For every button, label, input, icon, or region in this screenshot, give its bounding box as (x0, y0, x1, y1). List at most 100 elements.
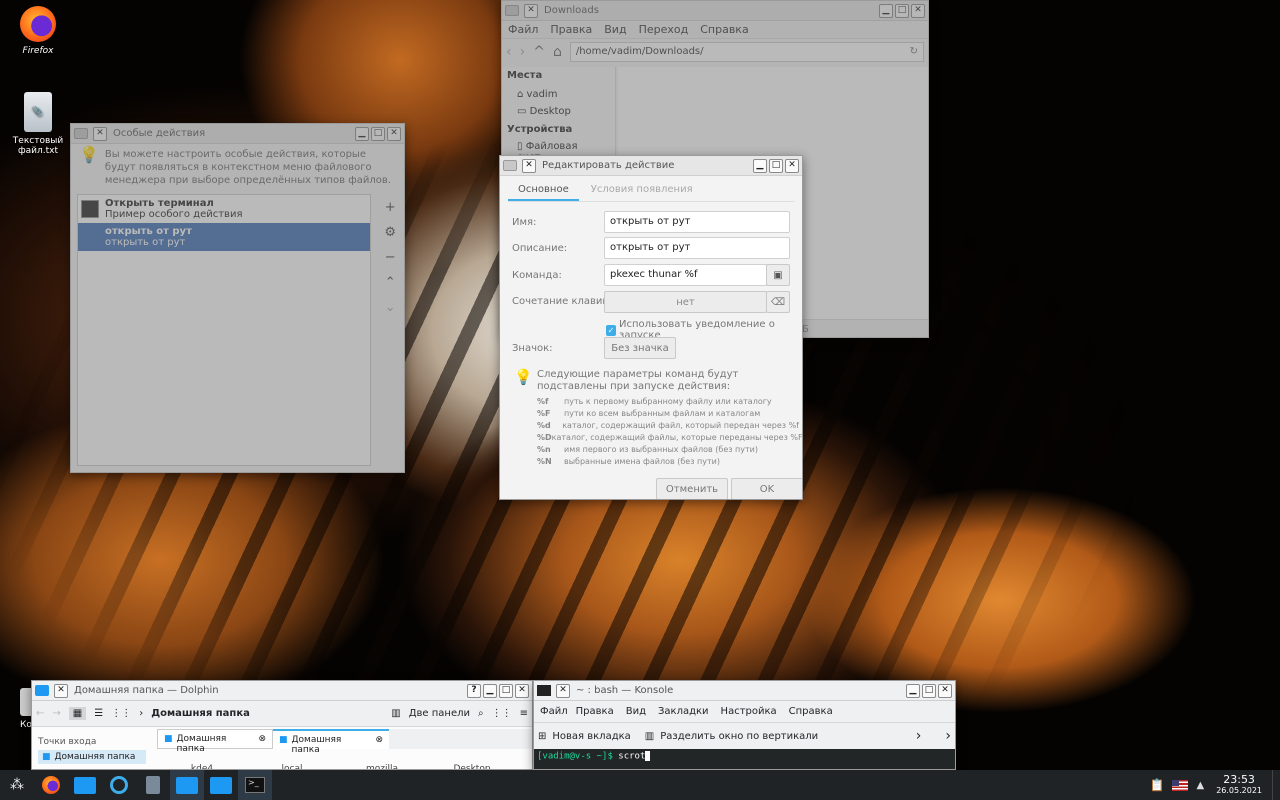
dolphin-task-2[interactable] (204, 770, 238, 800)
us-flag-icon[interactable] (1172, 779, 1189, 791)
close-icon[interactable]: ✕ (524, 3, 538, 18)
firefox-task[interactable] (34, 770, 68, 800)
hamburger-menu-icon[interactable]: ≡ (520, 708, 528, 719)
minimize-button[interactable]: ▁ (879, 3, 893, 18)
maximize-button[interactable]: □ (895, 3, 909, 18)
icon-button[interactable]: Без значка (604, 337, 676, 359)
checkbox-checked-icon[interactable]: ✓ (606, 324, 617, 336)
sidebar-item-home[interactable]: ■ Домашняя папка (38, 750, 146, 764)
minimize-button[interactable]: ▁ (753, 158, 767, 173)
menu-help[interactable]: Справка (700, 23, 748, 36)
sidebar-item-desktop[interactable]: ▭ Desktop (507, 103, 610, 120)
maximize-button[interactable]: □ (499, 683, 513, 698)
up-icon[interactable]: ^ (533, 44, 545, 60)
maximize-button[interactable]: □ (371, 126, 385, 141)
close-button[interactable]: ✕ (785, 158, 799, 173)
description-field[interactable]: открыть от рут (604, 237, 790, 259)
show-desktop-button[interactable] (1272, 770, 1280, 800)
command-field[interactable]: pkexec thunar %f (604, 264, 767, 286)
files-task[interactable] (68, 770, 102, 800)
close-icon[interactable]: ✕ (93, 126, 107, 141)
remove-icon[interactable]: − (384, 250, 396, 265)
reload-icon[interactable]: ↻ (910, 46, 918, 58)
ok-button[interactable]: OK (731, 478, 802, 499)
home-icon[interactable]: ⌂ (553, 44, 562, 60)
search-icon[interactable]: ⌕ (478, 708, 484, 719)
name-field[interactable]: открыть от рут (604, 211, 790, 233)
konsole-task[interactable]: >_ (238, 770, 272, 800)
minimize-button[interactable]: ▁ (483, 683, 497, 698)
clipboard-icon[interactable]: 📋 (1150, 778, 1165, 792)
browse-button[interactable]: ▣ (766, 264, 790, 286)
minimize-button[interactable]: ▁ (906, 683, 920, 698)
gear-icon[interactable]: ⚙ (384, 225, 396, 240)
breadcrumb[interactable]: Домашняя папка (151, 708, 383, 719)
menu-view[interactable]: Вид (626, 706, 646, 717)
icons-view-icon[interactable]: ▦ (68, 707, 87, 720)
compact-view-icon[interactable]: ⋮⋮ (111, 708, 131, 719)
close-tab-icon[interactable]: ⊗ (375, 735, 383, 745)
dolphin-task[interactable] (170, 770, 204, 800)
terminal-area[interactable]: [vadim@v-s ~]$ scrot (534, 749, 955, 769)
close-button[interactable]: ✕ (911, 3, 925, 18)
move-up-icon[interactable]: ⌃ (384, 275, 396, 290)
back-icon[interactable]: ← (36, 708, 44, 719)
maximize-button[interactable]: □ (922, 683, 936, 698)
chevron-right-icon[interactable]: › (916, 728, 922, 744)
back-icon[interactable]: ‹ (506, 44, 512, 60)
menu-go[interactable]: Переход (639, 23, 689, 36)
menu-settings[interactable]: Настройка (721, 706, 777, 717)
move-down-icon[interactable]: ⌄ (384, 300, 396, 315)
list-item[interactable]: Открыть терминал Пример особого действия (78, 195, 370, 223)
path-bar[interactable]: /home/vadim/Downloads/ ↻ (569, 42, 924, 62)
clock[interactable]: 23:53 26.05.2021 (1216, 774, 1262, 796)
forward-icon[interactable]: › (520, 44, 526, 60)
tab-home-1[interactable]: ■ Домашняя папка ⊗ (157, 729, 273, 754)
close-button[interactable]: ✕ (387, 126, 401, 141)
menu-bookmarks[interactable]: Закладки (658, 706, 709, 717)
close-tab-icon[interactable]: ⊗ (258, 734, 266, 744)
desktop-icon-textfile[interactable]: 📎 Текстовый файл.txt (6, 92, 70, 156)
tab-home-2[interactable]: ■ Домашняя папка ⊗ (273, 729, 389, 755)
close-button[interactable]: ✕ (515, 683, 529, 698)
minimize-button[interactable]: ▁ (355, 126, 369, 141)
app-launcher-icon[interactable]: ⁂ (0, 770, 34, 800)
menu-file[interactable]: Файл (508, 23, 538, 36)
split-vertical-button[interactable]: Разделить окно по вертикали (660, 731, 910, 742)
list-item-selected[interactable]: открыть от рут открыть от рут (78, 223, 370, 251)
close-icon[interactable]: ✕ (54, 683, 68, 698)
sidebar-item-vadim[interactable]: ⌂ vadim (507, 86, 610, 103)
file-item[interactable]: kde4 (157, 751, 247, 769)
shortcut-button[interactable]: нет (604, 291, 767, 313)
chevron-right-icon[interactable]: › (945, 728, 951, 744)
menu-help[interactable]: Справка (789, 706, 833, 717)
file-item[interactable]: mozilla (337, 751, 427, 769)
new-tab-button[interactable]: Новая вкладка (552, 731, 630, 742)
menu-view[interactable]: Вид (604, 23, 626, 36)
close-button[interactable]: ✕ (938, 683, 952, 698)
help-button[interactable]: ? (467, 683, 481, 698)
file-item[interactable]: Desktop (427, 751, 517, 769)
desktop-icon-firefox[interactable]: Firefox (6, 6, 70, 56)
menu-file[interactable]: Файл (540, 706, 568, 717)
tray-expand-icon[interactable]: ▲ (1196, 780, 1204, 791)
special-actions-window: ✕ Особые действия ▁ □ ✕ 💡 Вы можете наст… (70, 123, 405, 473)
menu-edit[interactable]: Правка (550, 23, 592, 36)
close-icon[interactable]: ✕ (522, 158, 536, 173)
grid-icon[interactable]: ⋮⋮ (492, 708, 512, 719)
tab-conditions[interactable]: Условия появления (579, 180, 705, 201)
maximize-button[interactable]: □ (769, 158, 783, 173)
cancel-button[interactable]: Отменить (656, 478, 728, 499)
file-item[interactable]: local (247, 751, 337, 769)
details-view-icon[interactable]: ☰ (94, 708, 103, 719)
forward-icon[interactable]: → (52, 708, 60, 719)
add-icon[interactable]: + (384, 200, 396, 215)
split-button[interactable]: Две панели (409, 708, 470, 719)
tab-basic[interactable]: Основное (508, 180, 579, 201)
settings-task[interactable] (102, 770, 136, 800)
clear-shortcut-button[interactable]: ⌫ (766, 291, 790, 313)
close-icon[interactable]: ✕ (556, 683, 570, 698)
menu-edit[interactable]: Правка (576, 706, 614, 717)
texteditor-task[interactable] (136, 770, 170, 800)
param-desc: пути ко всем выбранным файлам и каталога… (564, 409, 761, 418)
